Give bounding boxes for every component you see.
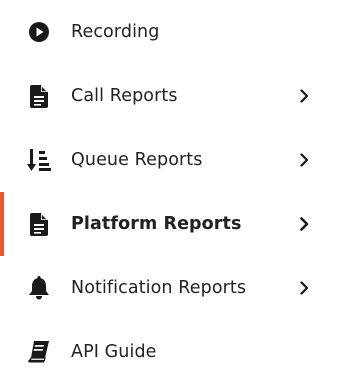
menu-item-api-guide[interactable]: API Guide [0,320,357,384]
menu-item-platform-reports[interactable]: Platform Reports [0,192,357,256]
menu-item-label: Notification Reports [71,278,247,298]
menu-item-label: Call Reports [71,86,178,106]
chevron-right-icon[interactable] [297,88,311,104]
menu-item-queue-reports[interactable]: Queue Reports [0,128,357,192]
active-indicator [0,192,4,256]
menu-item-recording[interactable]: Recording [0,0,357,64]
menu-item-label: Platform Reports [71,214,242,234]
sort-descending-icon [26,147,52,173]
menu-item-label: Queue Reports [71,150,203,170]
chevron-right-icon[interactable] [297,280,311,296]
bell-icon [26,275,52,301]
menu-item-call-reports[interactable]: Call Reports [0,64,357,128]
side-menu: Recording Call Reports Queue Reports Pla… [0,0,357,388]
document-icon [26,211,52,237]
menu-item-label: Recording [71,22,160,42]
menu-item-label: API Guide [71,342,157,362]
chevron-right-icon[interactable] [297,152,311,168]
document-icon [26,83,52,109]
menu-item-notification-reports[interactable]: Notification Reports [0,256,357,320]
play-circle-icon [26,19,52,45]
book-icon [26,339,52,365]
chevron-right-icon[interactable] [297,216,311,232]
